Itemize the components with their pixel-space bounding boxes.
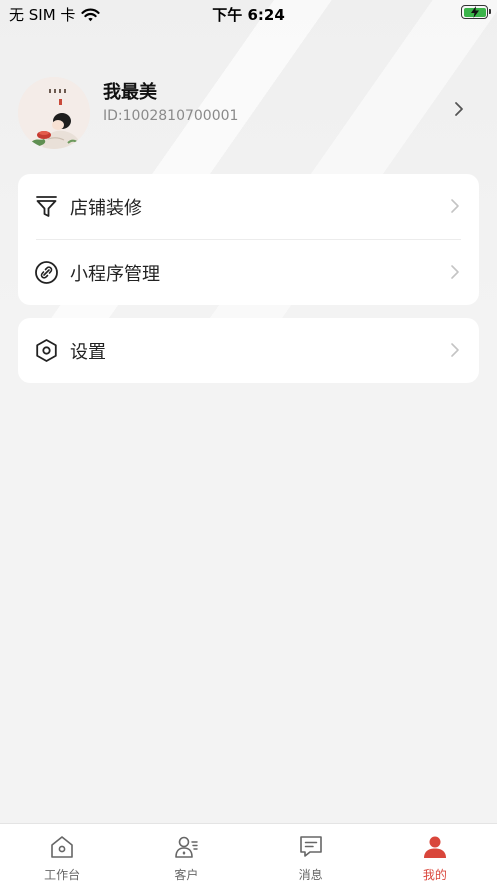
tab-messages[interactable]: 消息	[249, 824, 373, 883]
username: 我最美	[103, 82, 157, 103]
avatar[interactable]	[18, 77, 90, 149]
menu-item-shop-decoration[interactable]: 店铺装修	[18, 174, 479, 239]
tab-label: 消息	[298, 868, 323, 882]
funnel-icon	[36, 196, 57, 217]
message-icon	[299, 836, 322, 857]
menu-card-shop: 店铺装修 小程序管理	[18, 174, 479, 305]
chevron-right-icon[interactable]	[454, 101, 464, 117]
link-circle-icon	[35, 261, 58, 284]
menu-item-label: 设置	[70, 342, 106, 363]
menu-item-settings[interactable]: 设置	[18, 318, 479, 383]
tab-label: 客户	[174, 868, 199, 882]
menu-item-mini-program[interactable]: 小程序管理	[18, 240, 479, 305]
chevron-right-icon	[451, 199, 459, 213]
avatar-illustration	[18, 77, 90, 149]
hexagon-settings-icon	[36, 339, 57, 362]
chevron-right-icon	[451, 343, 459, 357]
battery-charging-icon	[461, 5, 491, 19]
tab-bar: 工作台 客户 消息 我的	[0, 823, 497, 883]
profile-icon	[423, 836, 446, 858]
tab-label: 我的	[422, 868, 447, 882]
customer-icon	[175, 836, 199, 858]
menu-item-label: 小程序管理	[70, 264, 160, 285]
profile-header[interactable]: 我最美 ID:1002810700001	[0, 70, 497, 155]
tab-workbench[interactable]: 工作台	[0, 824, 124, 883]
home-icon	[51, 836, 73, 858]
menu-item-label: 店铺装修	[70, 198, 142, 219]
tab-label: 工作台	[44, 868, 81, 882]
tab-customers[interactable]: 客户	[124, 824, 248, 883]
menu-card-settings: 设置	[18, 318, 479, 383]
chevron-right-icon	[451, 265, 459, 279]
user-id: ID:1002810700001	[103, 108, 239, 124]
tab-mine[interactable]: 我的	[373, 824, 497, 883]
status-time: 下午 6:24	[212, 6, 285, 24]
status-bar: 无 SIM 卡 下午 6:24	[0, 0, 497, 26]
